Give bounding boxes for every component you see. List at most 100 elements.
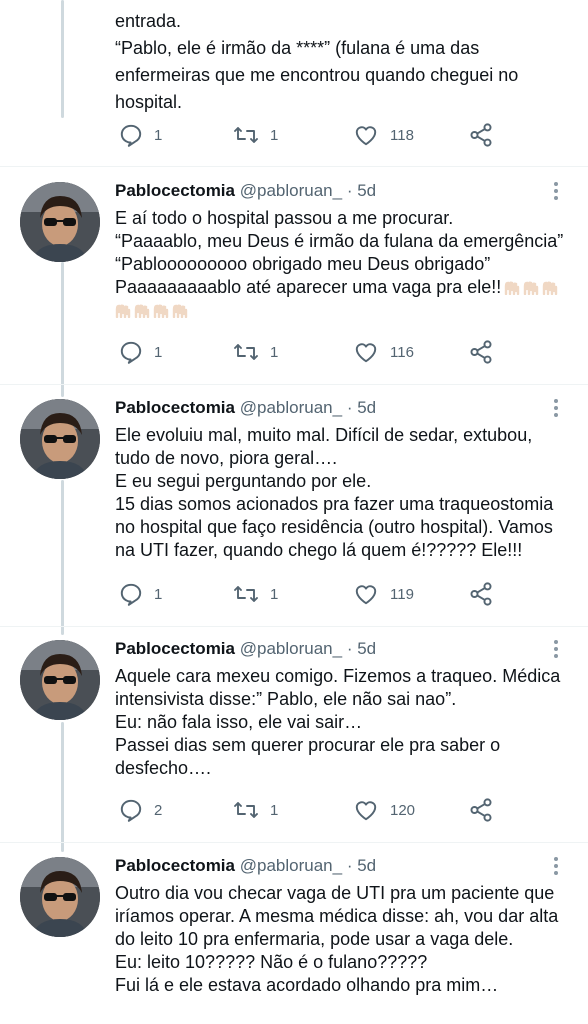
- like-count: 119: [390, 585, 414, 603]
- tweet-line: “Pablo, ele é irmão da ****” (fulana é u…: [115, 38, 480, 58]
- heart-icon: [352, 797, 380, 823]
- tweet-actions: 1 1 116: [0, 337, 588, 367]
- avatar[interactable]: [20, 399, 100, 479]
- more-vertical-icon: [552, 399, 560, 417]
- more-options-button[interactable]: [552, 397, 560, 419]
- share-button[interactable]: [468, 795, 494, 825]
- like-button[interactable]: 118: [352, 120, 414, 150]
- retweet-icon: [232, 340, 260, 364]
- reply-icon: [118, 581, 144, 607]
- tweet-line: intensivista disse:” Pablo, ele não sai …: [115, 689, 457, 709]
- share-icon: [468, 122, 494, 148]
- more-options-button[interactable]: [552, 638, 560, 660]
- retweet-icon: [232, 582, 260, 606]
- more-options-button[interactable]: [552, 180, 560, 202]
- tweet-text: Outro dia vou checar vaga de UTI pra um …: [115, 882, 575, 997]
- like-button[interactable]: 119: [352, 579, 414, 609]
- tweet-line: Outro dia vou checar vaga de UTI pra um …: [115, 883, 555, 903]
- tweet-text: Ele evoluiu mal, muito mal. Difícil de s…: [115, 424, 575, 562]
- avatar[interactable]: [20, 182, 100, 262]
- reply-button[interactable]: 1: [118, 120, 162, 150]
- divider: [0, 626, 588, 627]
- author-handle[interactable]: @pabloruan_: [240, 181, 342, 200]
- tweet-header: Pablocectomia @pabloruan_ · 5d: [115, 855, 376, 877]
- avatar-photo-icon: [20, 857, 100, 937]
- avatar-photo-icon: [20, 640, 100, 720]
- retweet-button[interactable]: 1: [232, 579, 278, 609]
- tweet-line: na UTI fazer, quando chego lá quem é!???…: [115, 540, 523, 560]
- share-button[interactable]: [468, 120, 494, 150]
- separator: ·: [346, 181, 353, 200]
- reply-button[interactable]: 1: [118, 579, 162, 609]
- raised-hands-icon: [505, 281, 520, 296]
- divider: [0, 166, 588, 167]
- thread-line: [61, 0, 64, 118]
- heart-icon: [352, 581, 380, 607]
- avatar[interactable]: [20, 857, 100, 937]
- raised-hands-icon: [153, 304, 169, 319]
- avatar-photo-icon: [20, 182, 100, 262]
- author-name[interactable]: Pablocectomia: [115, 639, 235, 658]
- separator: ·: [346, 398, 353, 417]
- emoji-line: [115, 299, 575, 322]
- tweet-header: Pablocectomia @pabloruan_ · 5d: [115, 397, 376, 419]
- tweet-line: no hospital que faço residência (outro h…: [115, 517, 553, 537]
- reply-count: 1: [154, 343, 163, 361]
- share-icon: [468, 797, 494, 823]
- reply-icon: [118, 797, 144, 823]
- tweet-actions: 1 1 119: [0, 579, 588, 609]
- more-options-button[interactable]: [552, 855, 560, 877]
- tweet-text: E aí todo o hospital passou a me procura…: [115, 207, 575, 322]
- tweet-line: E eu segui perguntando por ele.: [115, 471, 372, 491]
- timestamp[interactable]: 5d: [357, 398, 376, 417]
- share-button[interactable]: [468, 337, 494, 367]
- divider: [0, 384, 588, 385]
- reply-count: 1: [154, 585, 163, 603]
- retweet-icon: [232, 798, 260, 822]
- timestamp[interactable]: 5d: [357, 856, 376, 875]
- thread-line: [61, 722, 64, 852]
- reply-button[interactable]: 1: [118, 337, 162, 367]
- tweet-line: Passei dias sem querer procurar ele pra …: [115, 735, 501, 755]
- more-vertical-icon: [552, 857, 560, 875]
- tweet-line: hospital.: [115, 92, 183, 112]
- author-handle[interactable]: @pabloruan_: [240, 856, 342, 875]
- author-handle[interactable]: @pabloruan_: [240, 398, 342, 417]
- tweet-actions: 1 1 118: [0, 120, 588, 150]
- reply-count: 1: [154, 126, 163, 144]
- avatar[interactable]: [20, 640, 100, 720]
- tweet-line: Paaaaaaaaablo até aparecer uma vaga pra …: [115, 276, 575, 299]
- like-count: 116: [390, 343, 414, 361]
- divider: [0, 842, 588, 843]
- author-name[interactable]: Pablocectomia: [115, 856, 235, 875]
- tweet-line: “Paaaablo, meu Deus é irmão da fulana da…: [115, 231, 564, 251]
- tweet-line: do leito 10 pra enfermaria, pode usar a …: [115, 929, 514, 949]
- retweet-count: 1: [270, 585, 279, 603]
- author-name[interactable]: Pablocectomia: [115, 398, 235, 417]
- retweet-button[interactable]: 1: [232, 795, 278, 825]
- retweet-button[interactable]: 1: [232, 337, 278, 367]
- like-button[interactable]: 120: [352, 795, 415, 825]
- like-button[interactable]: 116: [352, 337, 414, 367]
- separator: ·: [346, 639, 353, 658]
- timestamp[interactable]: 5d: [357, 639, 376, 658]
- reply-button[interactable]: 2: [118, 795, 162, 825]
- tweet-line: Ele evoluiu mal, muito mal. Difícil de s…: [115, 425, 533, 445]
- tweet-line: Eu: não fala isso, ele vai sair…: [115, 712, 363, 732]
- retweet-count: 1: [270, 801, 279, 819]
- share-button[interactable]: [468, 579, 494, 609]
- timestamp[interactable]: 5d: [357, 181, 376, 200]
- share-icon: [468, 339, 494, 365]
- like-count: 120: [390, 801, 416, 819]
- author-name[interactable]: Pablocectomia: [115, 181, 235, 200]
- tweet-line: Fui lá e ele estava acordado olhando pra…: [115, 975, 499, 995]
- reply-count: 2: [154, 801, 163, 819]
- heart-icon: [352, 339, 380, 365]
- thread-line: [61, 262, 64, 397]
- tweet-line: Aquele cara mexeu comigo. Fizemos a traq…: [115, 666, 561, 686]
- retweet-button[interactable]: 1: [232, 120, 278, 150]
- tweet-line: “Pablooooooooo obrigado meu Deus obrigad…: [115, 254, 491, 274]
- author-handle[interactable]: @pabloruan_: [240, 639, 342, 658]
- raised-hands-icon: [172, 304, 188, 319]
- tweet-line: desfecho….: [115, 758, 212, 778]
